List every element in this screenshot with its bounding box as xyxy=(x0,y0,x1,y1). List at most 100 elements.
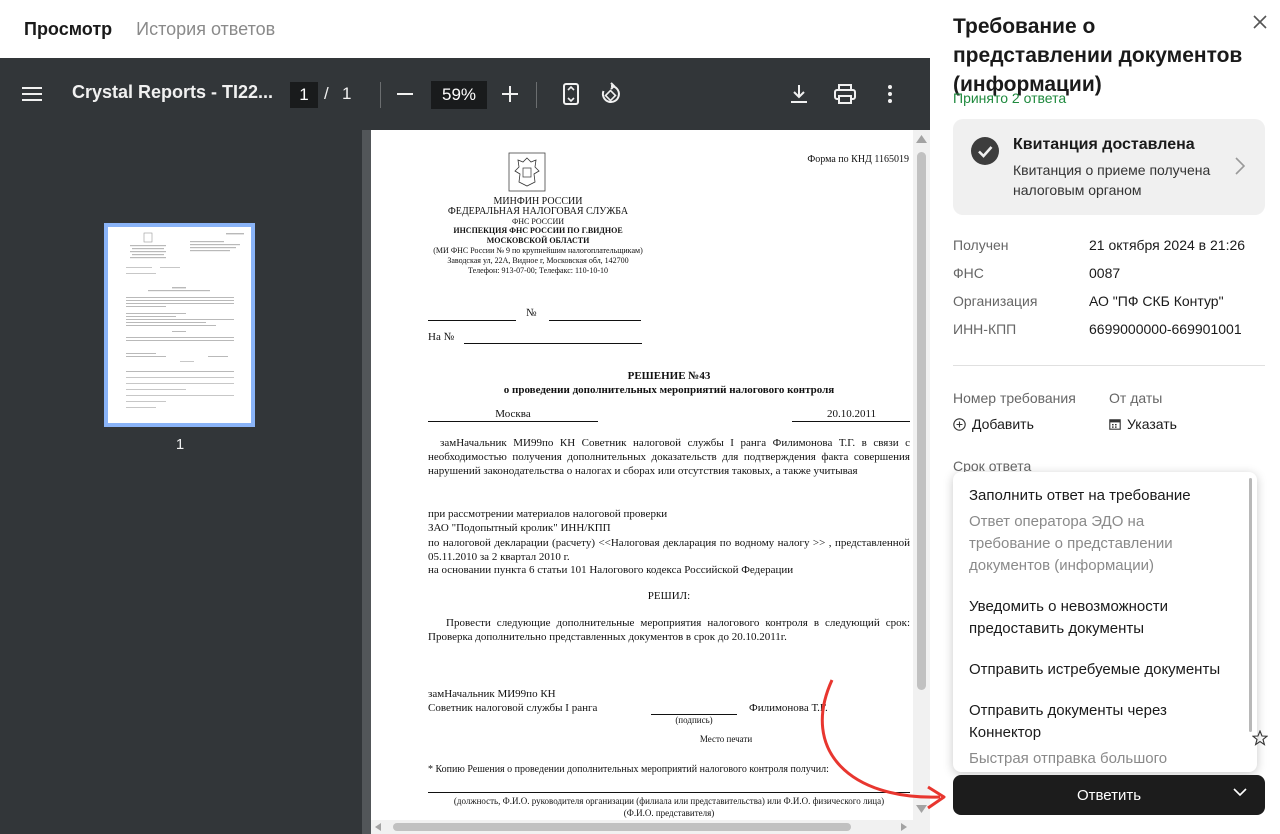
chevron-down-icon xyxy=(1233,788,1247,797)
print-icon[interactable] xyxy=(827,76,863,112)
representative-caption: (Ф.И.О. представителя) xyxy=(623,808,715,818)
menu-item-fill-response[interactable]: Заполнить ответ на требование xyxy=(969,485,1239,507)
resolved-heading: РЕШИЛ: xyxy=(647,590,691,602)
zoom-in-icon[interactable] xyxy=(492,76,528,112)
fns-label: ФНС xyxy=(953,265,984,281)
scroll-down-icon[interactable] xyxy=(916,805,927,813)
position-line xyxy=(428,792,910,793)
reply-button[interactable]: Ответить xyxy=(953,775,1265,815)
horizontal-scrollbar[interactable] xyxy=(371,820,913,834)
document-title: Crystal Reports - TI22... xyxy=(72,82,274,102)
reply-button-label: Ответить xyxy=(1076,786,1142,804)
menu-scrollbar[interactable] xyxy=(1249,478,1252,732)
add-request-number-button[interactable]: Добавить xyxy=(953,416,1034,432)
download-icon[interactable] xyxy=(781,76,817,112)
scroll-left-icon[interactable] xyxy=(375,823,381,831)
chevron-right-icon xyxy=(1235,157,1246,180)
decision-paragraph-1: замНачальник МИ99по КН Советник налогово… xyxy=(428,437,910,477)
menu-item-send-via-connector[interactable]: Отправить документы через Коннектор xyxy=(969,700,1239,744)
copy-received-note: * Копию Решения о проведении дополнитель… xyxy=(428,764,829,775)
plus-circle-icon xyxy=(953,417,966,431)
received-value: 21 октября 2024 в 21:26 xyxy=(1089,237,1246,253)
signature-caption: (подпись) xyxy=(675,715,713,725)
scroll-right-icon[interactable] xyxy=(901,823,907,831)
decision-subtitle: о проведении дополнительных мероприятий … xyxy=(503,384,835,396)
menu-item-notify-impossibility[interactable]: Уведомить о невозможности предоставить д… xyxy=(969,596,1239,640)
set-date-button[interactable]: Указать xyxy=(1109,416,1177,432)
reply-dropdown-menu: Заполнить ответ на требование Ответ опер… xyxy=(953,472,1257,772)
tab-response-history[interactable]: История ответов xyxy=(136,19,275,40)
organization-label: Организация xyxy=(953,293,1038,309)
organization-value: АО "ПФ СКБ Контур" xyxy=(1089,293,1224,309)
toolbar-divider xyxy=(380,82,381,108)
pdf-toolbar: Crystal Reports - TI22... 1 / 1 59% xyxy=(0,58,930,130)
tab-preview[interactable]: Просмотр xyxy=(24,19,112,40)
fit-page-icon[interactable] xyxy=(553,76,589,112)
receipt-subtitle: Квитанция о приеме получена налоговым ор… xyxy=(1013,162,1211,198)
page-thumbnail[interactable] xyxy=(104,223,255,427)
decision-city: Москва xyxy=(495,408,531,420)
menu-icon[interactable] xyxy=(14,76,50,112)
decision-date: 20.10.2011 xyxy=(827,408,877,420)
document-page: Форма по КНД 1165019 МИНФИН РОССИИ ФЕДЕР… xyxy=(371,130,913,834)
vertical-scroll-thumb[interactable] xyxy=(917,152,926,690)
fns-value: 0087 xyxy=(1089,265,1121,281)
decision-paragraph-2-line-3: по налоговой декларации (расчету) <<Нало… xyxy=(428,537,910,563)
receipt-card[interactable]: Квитанция доставлена Квитанция о приеме … xyxy=(953,119,1265,215)
calendar-icon xyxy=(1109,419,1121,430)
set-date-label: Указать xyxy=(1127,416,1177,432)
zoom-out-icon[interactable] xyxy=(387,76,423,112)
position-caption: (должность, Ф.И.О. руководителя организа… xyxy=(453,796,885,806)
toolbar-divider xyxy=(536,82,537,108)
signer-name: Филимонова Т.Г. xyxy=(749,702,828,714)
section-divider xyxy=(953,365,1265,366)
more-icon[interactable] xyxy=(872,76,908,112)
inspection-line-1: ИНСПЕКЦИЯ ФНС РОССИИ ПО Г.ВИДНОЕ xyxy=(453,226,623,235)
fns-name: ФНС РОССИИ xyxy=(511,217,565,226)
received-label: Получен xyxy=(953,237,1009,253)
from-date-label: От даты xyxy=(1109,390,1163,406)
emblem-icon xyxy=(508,152,546,192)
close-icon[interactable] xyxy=(1252,14,1272,34)
star-icon[interactable] xyxy=(1251,729,1269,751)
receipt-title: Квитанция доставлена xyxy=(1013,136,1195,153)
zoom-level-input[interactable]: 59% xyxy=(431,81,487,109)
date-line xyxy=(792,421,910,422)
thumbnail-preview-icon xyxy=(126,232,244,408)
inspection-address: Заводская ул, 22А, Видное г, Московская … xyxy=(447,256,629,265)
decision-paragraph-2-line-1: при рассмотрении материалов налоговой пр… xyxy=(428,508,668,520)
to-number-line xyxy=(464,343,642,344)
add-request-number-label: Добавить xyxy=(972,416,1034,432)
signer-position-line-1: замНачальник МИ99по КН xyxy=(428,688,556,700)
inn-kpp-label: ИНН-КПП xyxy=(953,321,1017,337)
number-sign: № xyxy=(526,307,537,319)
accepted-status: Принято 2 ответа xyxy=(953,90,1067,106)
vertical-scrollbar[interactable] xyxy=(913,130,930,834)
taxpayer-name: ЗАО "Подопытный кролик" ИНН/КПП xyxy=(428,522,611,534)
service-name: ФЕДЕРАЛЬНАЯ НАЛОГОВАЯ СЛУЖБА xyxy=(447,206,629,217)
decision-paragraph-2-line-4: на основании пункта 6 статьи 101 Налогов… xyxy=(428,564,794,576)
page-separator: / xyxy=(324,84,329,103)
rotate-icon[interactable] xyxy=(593,76,629,112)
inn-kpp-value: 6699000000-669901001 xyxy=(1089,321,1242,337)
inspection-line-2: МОСКОВСКОЙ ОБЛАСТИ xyxy=(486,236,590,245)
reg-number-line xyxy=(549,320,641,321)
inspection-line-3: (МИ ФНС России № 9 по крупнейшим налогоп… xyxy=(433,246,643,255)
menu-item-send-requested-documents[interactable]: Отправить истребуемые документы xyxy=(969,659,1239,681)
menu-item-send-via-connector-description: Быстрая отправка большого xyxy=(969,750,1168,767)
pdf-viewer: Crystal Reports - TI22... 1 / 1 59% 1 Фо… xyxy=(0,58,930,834)
city-line xyxy=(428,421,598,422)
view-tabs: Просмотр История ответов xyxy=(0,0,930,58)
page-number-input[interactable]: 1 xyxy=(290,82,318,108)
reg-date-line xyxy=(428,320,516,321)
scroll-up-icon[interactable] xyxy=(916,135,927,143)
check-circle-icon xyxy=(971,137,999,165)
form-code: Форма по КНД 1165019 xyxy=(807,154,909,165)
decision-title: РЕШЕНИЕ №43 xyxy=(627,370,711,382)
thumbnail-sidebar: 1 xyxy=(0,130,362,834)
thumbnail-page-number: 1 xyxy=(175,436,185,453)
panel-title: Требование о представлении документов (и… xyxy=(953,15,1243,96)
request-number-label: Номер требования xyxy=(953,390,1076,406)
horizontal-scroll-thumb[interactable] xyxy=(393,823,851,831)
stamp-place: Место печати xyxy=(699,734,753,744)
